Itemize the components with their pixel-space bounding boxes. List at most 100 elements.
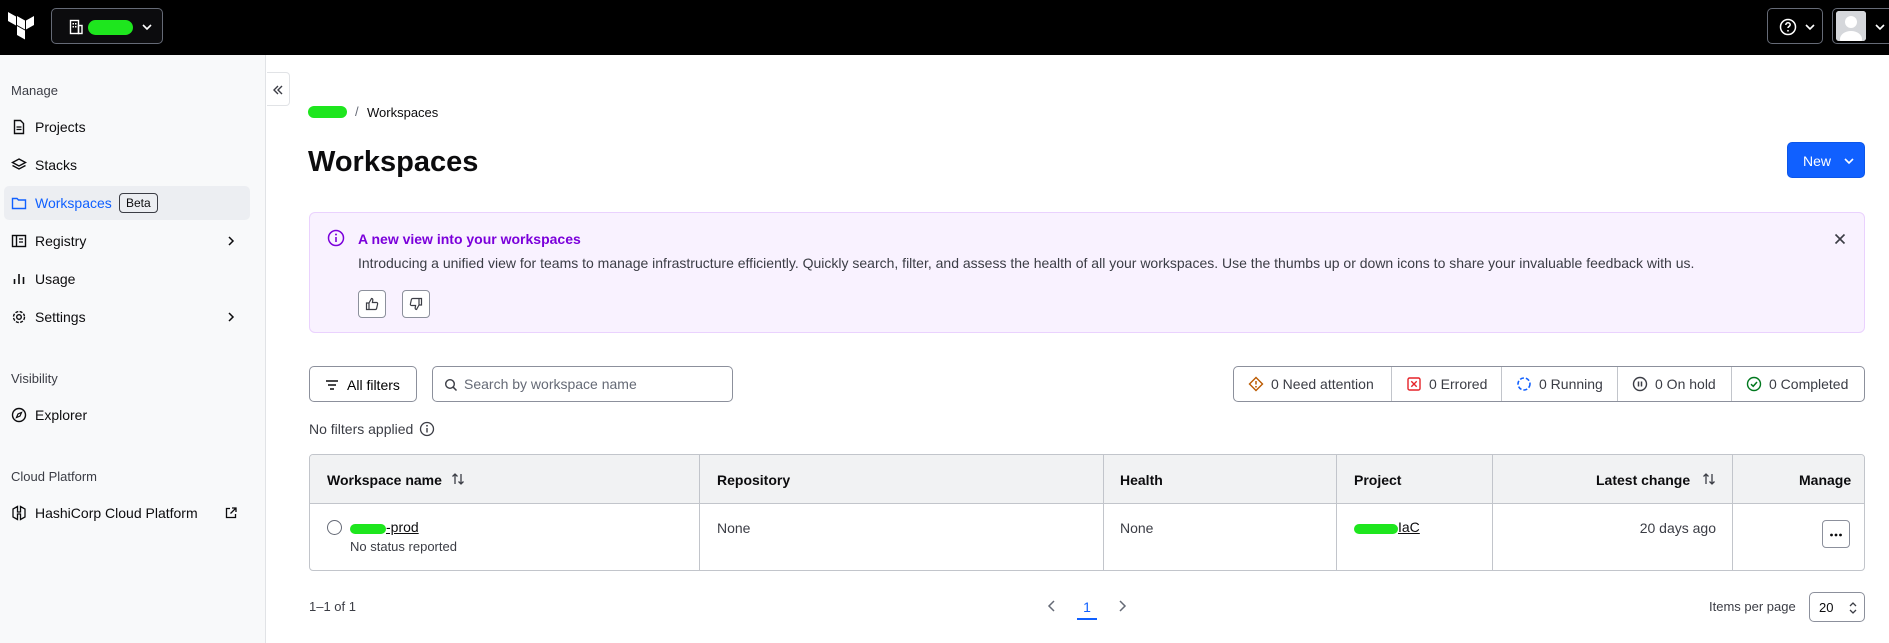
status-errored-button[interactable]: 0 Errored [1392, 367, 1502, 401]
status-label: 0 Completed [1769, 376, 1849, 392]
workspace-status: No status reported [350, 539, 457, 554]
layers-icon [11, 157, 27, 173]
info-banner: A new view into your workspaces Introduc… [309, 212, 1865, 333]
all-filters-label: All filters [347, 377, 400, 393]
sidebar-item-projects[interactable]: Projects [4, 110, 250, 144]
column-header-health: Health [1104, 455, 1337, 504]
chevron-right-icon[interactable] [1115, 598, 1129, 614]
column-header-workspace-name[interactable]: Workspace name [310, 455, 700, 504]
column-header-latest-change[interactable]: Latest change [1493, 455, 1733, 504]
collapse-sidebar-button[interactable] [267, 72, 290, 106]
sidebar-item-workspaces[interactable]: Workspaces Beta [4, 186, 250, 220]
cell-repository: None [700, 504, 1104, 570]
column-label: Latest change [1596, 472, 1691, 488]
compass-icon [11, 407, 27, 423]
chevron-right-icon [224, 310, 238, 324]
search-input[interactable] [464, 374, 724, 394]
workspace-name-redacted [350, 524, 386, 534]
cell-manage [1733, 504, 1864, 570]
double-chevron-left-icon [273, 85, 283, 95]
breadcrumb-organization-redacted[interactable] [308, 106, 347, 118]
close-icon[interactable] [1832, 231, 1848, 247]
all-filters-button[interactable]: All filters [309, 366, 417, 402]
chevron-down-icon [140, 20, 154, 34]
row-select-radio[interactable] [327, 520, 342, 535]
new-button-label: New [1803, 153, 1832, 169]
status-need-attention-button[interactable]: 0 Need attention [1234, 367, 1392, 401]
no-filters-text: No filters applied [309, 421, 414, 437]
status-running-button[interactable]: 0 Running [1502, 367, 1618, 401]
sidebar-item-label: Registry [35, 233, 87, 249]
breadcrumb-separator: / [355, 104, 359, 119]
organization-switcher[interactable] [51, 8, 163, 44]
sidebar-item-explorer[interactable]: Explorer [4, 398, 250, 432]
items-per-page-label: Items per page [1709, 599, 1796, 614]
chevron-down-icon [1842, 154, 1856, 168]
thumbs-up-icon [365, 297, 379, 311]
thumbs-up-button[interactable] [358, 290, 386, 318]
info-icon[interactable] [419, 421, 435, 437]
pagination-range: 1–1 of 1 [309, 599, 356, 614]
external-link-icon [224, 506, 238, 520]
building-icon [68, 19, 84, 35]
health-value: None [1120, 520, 1154, 536]
sort-icon[interactable] [450, 471, 466, 487]
latest-change-value: 20 days ago [1639, 520, 1716, 536]
folder-icon [11, 195, 27, 211]
sidebar-item-label: Workspaces [35, 195, 112, 211]
chevron-down-icon [1803, 20, 1817, 34]
status-label: 0 Errored [1429, 376, 1488, 392]
column-header-repository: Repository [700, 455, 1104, 504]
cell-latest-change: 20 days ago [1493, 504, 1733, 570]
hashicorp-icon [11, 505, 27, 521]
status-filter-group: 0 Need attention 0 Errored 0 Running 0 O… [1233, 366, 1865, 402]
workspace-link[interactable]: -prod [386, 519, 419, 535]
user-menu-button[interactable] [1832, 8, 1889, 44]
more-actions-button[interactable] [1822, 520, 1850, 548]
help-menu-button[interactable] [1767, 8, 1823, 44]
pause-circle-icon [1632, 376, 1648, 392]
filter-icon [325, 378, 339, 392]
select-arrows-icon [1849, 602, 1857, 614]
status-label: 0 Need attention [1271, 376, 1374, 392]
sort-icon[interactable] [1701, 471, 1717, 487]
terraform-logo-icon[interactable] [8, 12, 36, 42]
avatar [1836, 11, 1866, 41]
column-label: Repository [717, 472, 791, 488]
sidebar-item-label: Settings [35, 309, 86, 325]
status-on-hold-button[interactable]: 0 On hold [1618, 367, 1732, 401]
table-row: -prod No status reported None None IaC 2… [310, 504, 1864, 570]
pagination-page-current[interactable]: 1 [1077, 594, 1097, 620]
sidebar-item-label: Projects [35, 119, 86, 135]
project-name-redacted [1354, 524, 1398, 534]
sidebar-heading-visibility: Visibility [11, 371, 58, 386]
chevron-left-icon[interactable] [1045, 598, 1059, 614]
thumbs-down-button[interactable] [402, 290, 430, 318]
status-completed-button[interactable]: 0 Completed [1732, 367, 1864, 401]
project-link[interactable]: IaC [1398, 519, 1420, 535]
gear-icon [11, 309, 27, 325]
sidebar-item-usage[interactable]: Usage [4, 262, 250, 296]
column-header-manage: Manage [1733, 455, 1864, 504]
column-label: Manage [1799, 472, 1852, 488]
sidebar-item-hashicorp-cloud-platform[interactable]: HashiCorp Cloud Platform [4, 496, 250, 530]
alert-diamond-icon [1248, 376, 1264, 392]
sidebar-item-label: Usage [35, 271, 76, 287]
new-button[interactable]: New [1787, 142, 1865, 178]
items-per-page-select[interactable]: 20 [1809, 592, 1865, 622]
sidebar-item-stacks[interactable]: Stacks [4, 148, 250, 182]
x-square-icon [1406, 376, 1422, 392]
sidebar-item-label: HashiCorp Cloud Platform [35, 505, 198, 521]
chevron-right-icon [224, 234, 238, 248]
page-number: 1 [1083, 599, 1091, 615]
cell-health: None [1104, 504, 1337, 570]
workspaces-table: Workspace name Repository Health Project… [309, 454, 1865, 571]
status-label: 0 On hold [1655, 376, 1716, 392]
sidebar-item-label: Explorer [35, 407, 88, 423]
cell-workspace-name: -prod No status reported [310, 504, 700, 570]
sidebar-item-registry[interactable]: Registry [4, 224, 250, 258]
banner-body: Introducing a unified view for teams to … [358, 255, 1695, 271]
sidebar-heading-cloud-platform: Cloud Platform [11, 469, 97, 484]
sidebar-item-settings[interactable]: Settings [4, 300, 250, 334]
thumbs-down-icon [409, 297, 423, 311]
